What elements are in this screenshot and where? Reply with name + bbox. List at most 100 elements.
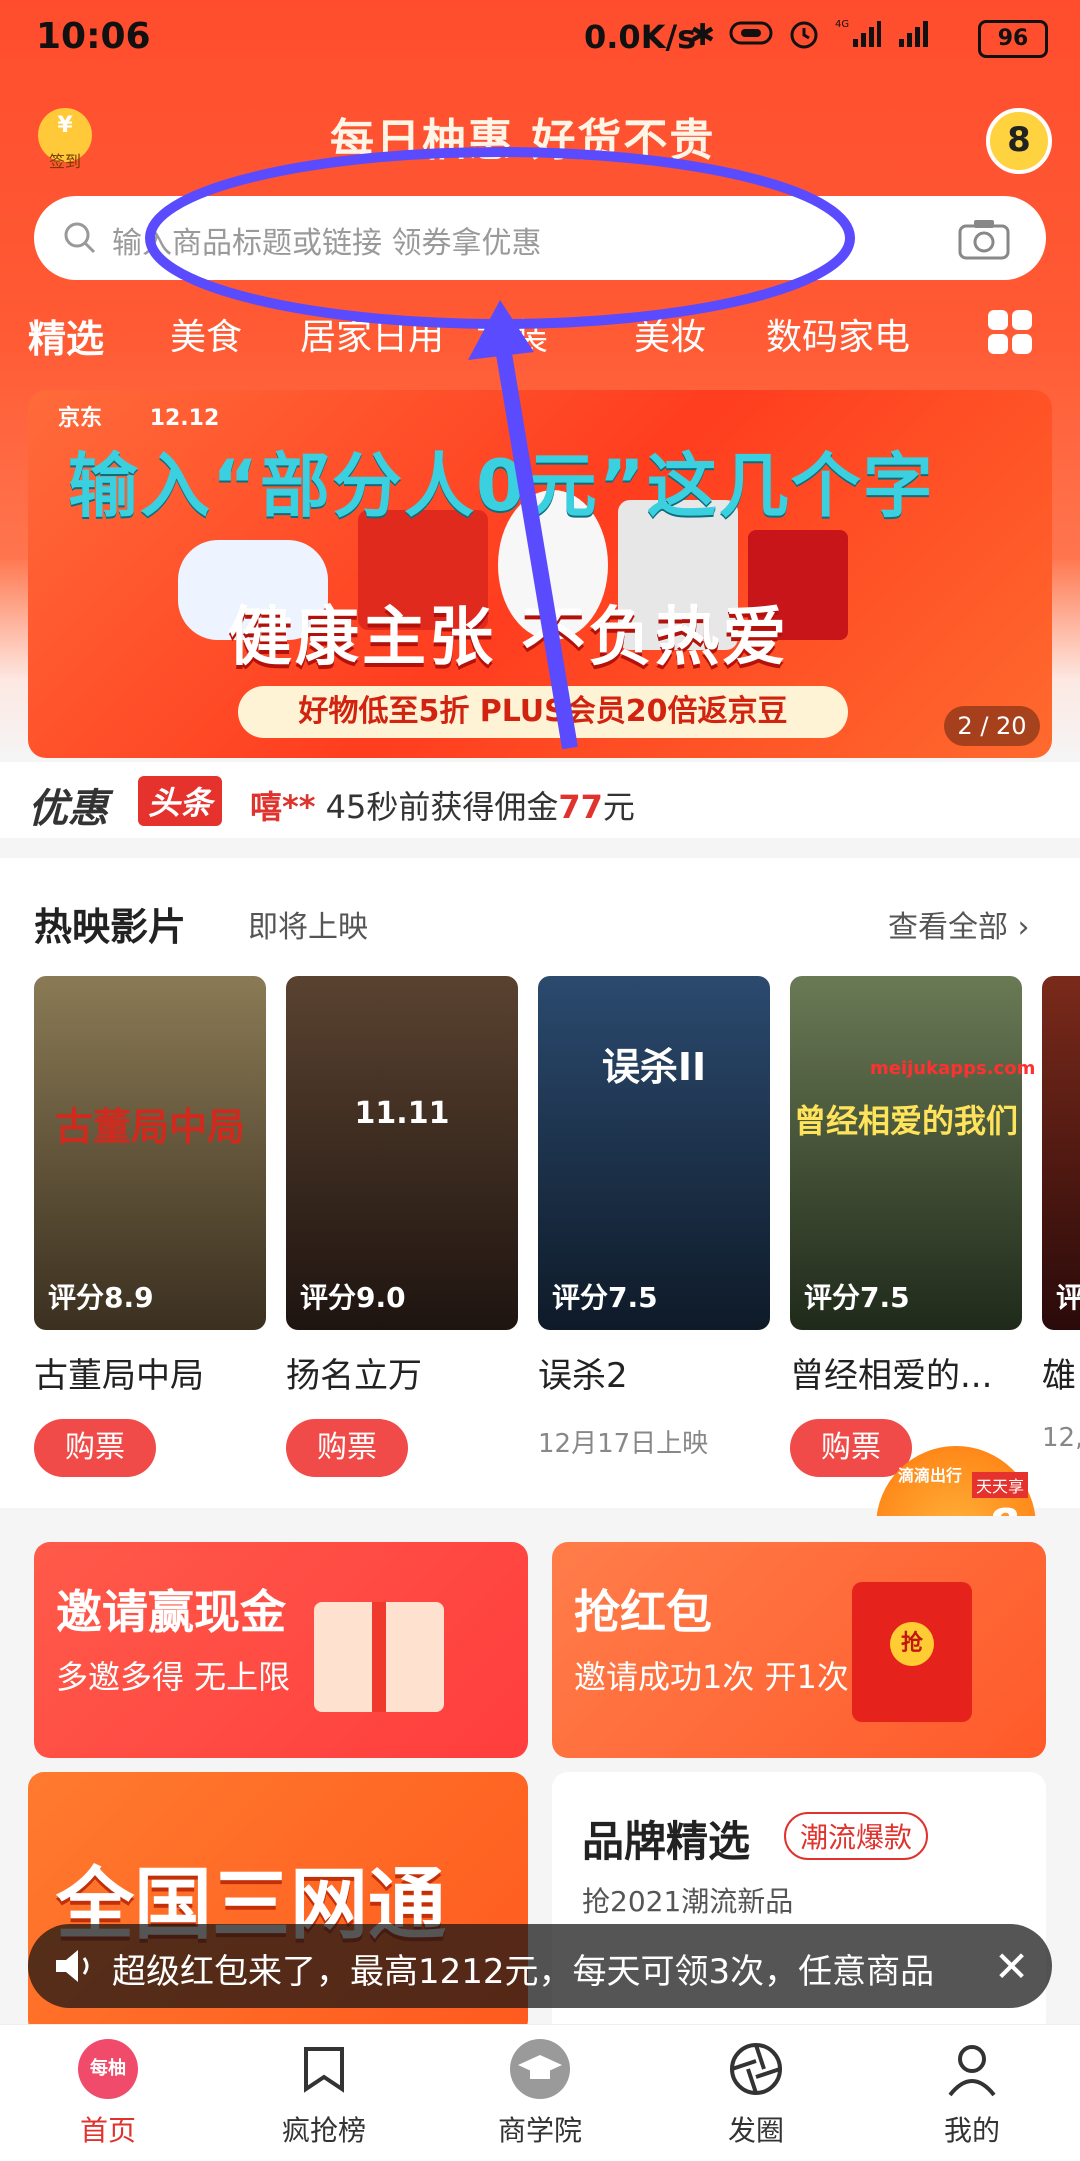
banner-subline: 好物低至5折 PLUS会员20倍返京豆	[238, 686, 848, 738]
bottom-nav: 每柚 首页 疯抢榜 商学院 发圈 我的	[0, 2024, 1080, 2161]
announcement-bar[interactable]: 超级红包来了，最高1212元，每天可领3次，任意商品 ✕	[28, 1924, 1052, 2008]
redpacket-title: 抢红包	[574, 1585, 712, 1639]
tab-jingxuan[interactable]: 精选	[28, 308, 104, 363]
movie-card[interactable]: 古董局中局 评分8.9 古董局中局 购票	[34, 976, 266, 1477]
section-title: 热映影片	[34, 905, 187, 949]
red-packet-card[interactable]: 抢红包 邀请成功1次 开1次 抢	[552, 1542, 1046, 1758]
tab-meizhuang[interactable]: 美妆	[634, 308, 706, 360]
tab-meishi[interactable]: 美食	[170, 308, 242, 360]
buy-ticket-button[interactable]: 购票	[286, 1419, 408, 1477]
brand-title: 品牌精选	[582, 1817, 751, 1866]
movies-section: 热映影片 即将上映 查看全部 › 古董局中局 评分8.9 古董局中局 购票 11…	[0, 858, 1080, 1508]
graduation-cap-icon	[510, 2039, 570, 2099]
nav-profile[interactable]: 我的	[882, 2039, 1062, 2149]
ticker-logo-badge: 头条	[138, 776, 223, 826]
news-ticker[interactable]: 优惠 头条 嘻** 45秒前获得佣金77元	[0, 762, 1080, 838]
movie-poster[interactable]: 误杀II 评分7.5	[538, 976, 770, 1330]
movie-card[interactable]: 误杀II 评分7.5 误杀2 12月17日上映	[538, 976, 770, 1460]
release-date: 12月17日上映	[538, 1429, 709, 1459]
ticker-logo: 优惠	[28, 786, 108, 832]
category-tabs: 精选 美食 居家日用 女装 美妆 数码家电	[0, 300, 1080, 370]
tab-upcoming[interactable]: 即将上映	[248, 902, 368, 946]
ticker-unit: 元	[602, 788, 635, 826]
category-grid-icon[interactable]	[986, 308, 1034, 356]
invite-card[interactable]: 邀请赢现金 多邀多得 无上限	[34, 1542, 528, 1758]
ticker-text: 45秒前获得佣金	[315, 788, 559, 826]
see-all-link[interactable]: 查看全部 ›	[888, 902, 1030, 946]
ticker-amount: 77	[558, 788, 603, 826]
release-date: 12,	[1042, 1423, 1080, 1453]
movie-card-partial[interactable]: 评 雄 12,	[1042, 976, 1080, 1453]
movie-card[interactable]: 曾经相爱的我们 评分7.5 曾经相爱的... 购票	[790, 976, 1022, 1477]
battery-indicator: 96	[978, 20, 1048, 58]
brand-tag: 潮流爆款	[784, 1812, 929, 1860]
banner-overlay-text: 输入“部分人0元”这几个字	[68, 445, 935, 527]
movie-poster[interactable]: 评	[1042, 976, 1080, 1330]
banner-brand: 京东 12.12	[58, 406, 220, 431]
didi-brand: 滴滴出行	[898, 1466, 963, 1485]
search-placeholder: 输入商品标题或链接 领券拿优惠	[112, 226, 542, 261]
search-icon	[62, 220, 98, 260]
close-icon[interactable]: ✕	[994, 1942, 1029, 1991]
movie-poster[interactable]: 11.11 评分9.0	[286, 976, 518, 1330]
ranking-icon	[294, 2039, 354, 2099]
movie-score: 评	[1056, 1281, 1080, 1314]
redpacket-subtitle: 邀请成功1次 开1次	[574, 1658, 849, 1696]
home-icon: 每柚	[78, 2039, 138, 2099]
user-icon	[942, 2039, 1002, 2099]
status-net-speed: 0.0K/s	[584, 18, 697, 56]
nav-home[interactable]: 每柚 首页	[18, 2039, 198, 2149]
promo-banner[interactable]: 京东 12.12 输入“部分人0元”这几个字 健康主张 不负热爱 好物低至5折 …	[28, 390, 1052, 758]
nav-label: 我的	[943, 2114, 1000, 2147]
watermark: meijukapps.com	[870, 1058, 1036, 1079]
movie-name: 扬名立万	[286, 1356, 422, 1396]
status-bar: 10:06 0.0K/s ✱ 4G 96	[0, 0, 1080, 78]
signin-label: 签到	[48, 152, 81, 171]
banner-headline: 健康主张 不负热爱	[228, 601, 790, 675]
camera-icon[interactable]	[956, 214, 1012, 266]
poster-title: 误杀II	[601, 1045, 707, 1089]
didi-tag: 天天享	[972, 1472, 1029, 1498]
tab-jujia[interactable]: 居家日用	[300, 308, 444, 360]
ticker-message: 嘻** 45秒前获得佣金77元	[250, 782, 635, 828]
signal-icon-2	[895, 17, 935, 53]
nav-label: 商学院	[497, 2114, 582, 2147]
movie-name: 雄	[1042, 1356, 1076, 1396]
nav-label: 疯抢榜	[281, 2114, 366, 2147]
tab-shuma[interactable]: 数码家电	[766, 308, 910, 360]
announcement-text: 超级红包来了，最高1212元，每天可领3次，任意商品	[112, 1952, 935, 1992]
movie-poster[interactable]: 曾经相爱的我们 评分7.5	[790, 976, 1022, 1330]
red-envelope-icon: 抢	[852, 1582, 972, 1722]
brand-subtitle: 抢2021潮流新品	[582, 1885, 794, 1918]
buy-ticket-button[interactable]: 购票	[790, 1419, 912, 1477]
nav-school[interactable]: 商学院	[450, 2039, 630, 2149]
discount-badge[interactable]: 8	[986, 108, 1052, 174]
poster-title: 曾经相爱的我们	[793, 1102, 1018, 1140]
nav-ranking[interactable]: 疯抢榜	[234, 2039, 414, 2149]
tab-nvzhuang[interactable]: 女装	[476, 308, 548, 360]
alarm-icon	[787, 16, 821, 54]
header-slogan: 每日柚惠 好货不贵	[330, 115, 716, 166]
signal-icon: 4G	[835, 17, 882, 53]
invite-subtitle: 多邀多得 无上限	[56, 1658, 291, 1696]
movie-name: 古董局中局	[34, 1356, 204, 1396]
movie-poster[interactable]: 古董局中局 评分8.9	[34, 976, 266, 1330]
banner-pager: 2 / 20	[944, 706, 1040, 746]
vibrate-icon	[729, 19, 773, 51]
ticker-user: 嘻**	[250, 788, 316, 826]
svg-text:4G: 4G	[835, 19, 849, 30]
status-time: 10:06	[36, 16, 151, 57]
buy-ticket-button[interactable]: 购票	[34, 1419, 156, 1477]
nav-moments[interactable]: 发圈	[666, 2039, 846, 2149]
movie-score: 评分9.0	[300, 1281, 406, 1314]
movie-score: 评分8.9	[48, 1281, 154, 1314]
movie-name: 曾经相爱的...	[790, 1356, 993, 1396]
gift-box-icon	[314, 1602, 444, 1712]
movie-card[interactable]: 11.11 评分9.0 扬名立万 购票	[286, 976, 518, 1477]
search-bar[interactable]: 输入商品标题或链接 领券拿优惠	[34, 196, 1046, 280]
speaker-icon	[52, 1946, 96, 1990]
movie-name: 误杀2	[538, 1356, 628, 1396]
invite-title: 邀请赢现金	[56, 1585, 286, 1639]
movie-score: 评分7.5	[804, 1281, 910, 1314]
aperture-icon	[726, 2039, 786, 2099]
